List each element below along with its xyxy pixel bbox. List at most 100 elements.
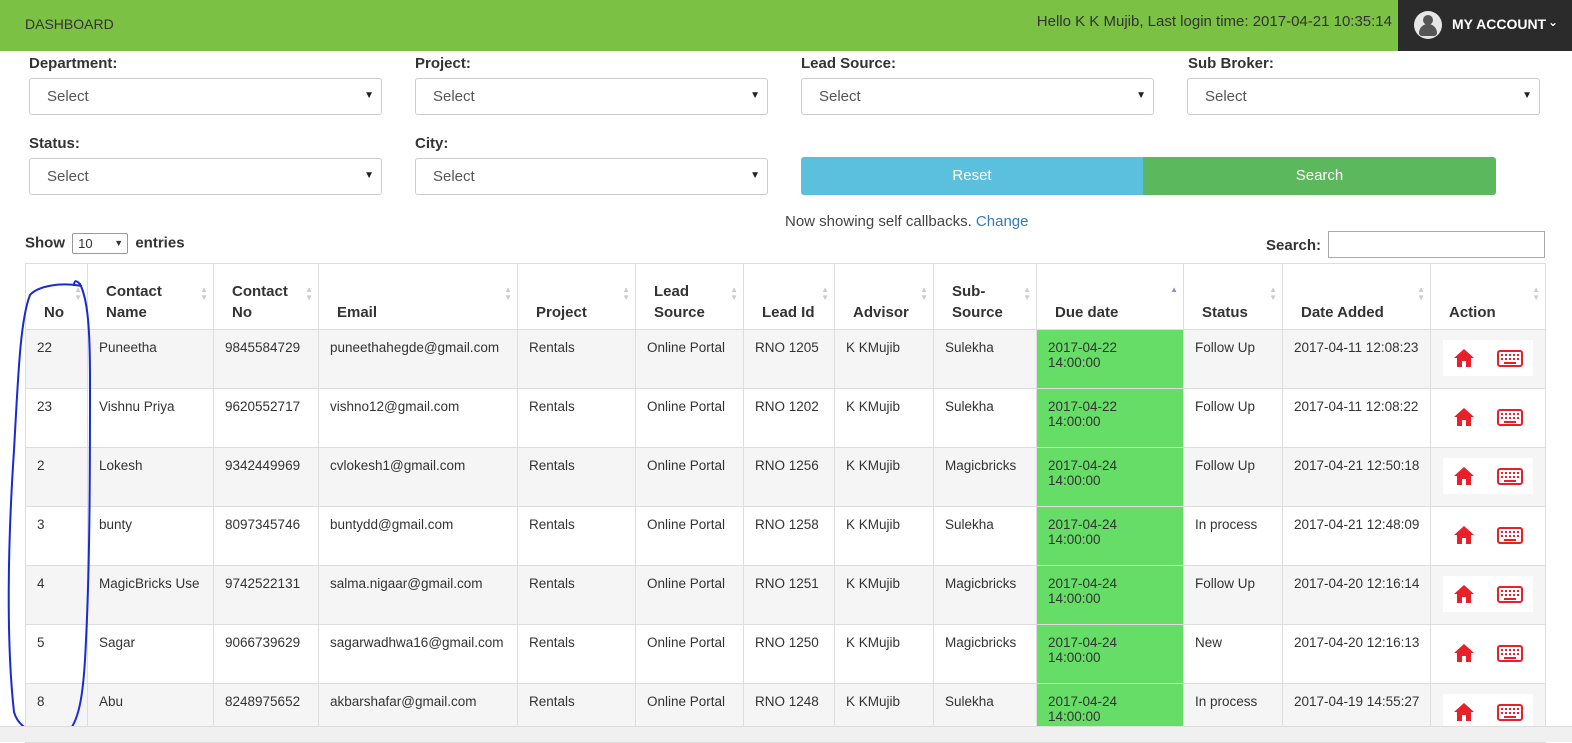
lead-source-select[interactable]: Select ▼	[801, 78, 1154, 115]
home-icon[interactable]	[1453, 702, 1475, 722]
status-select[interactable]: Select ▼	[29, 158, 382, 195]
cell-lead-id: RNO 1256	[743, 447, 835, 507]
cell-project: Rentals	[517, 329, 636, 389]
col-header-lead-id[interactable]: Lead Id ▲ ▼	[743, 263, 835, 330]
search-button[interactable]: Search	[1143, 157, 1496, 195]
cell-lead-id: RNO 1258	[743, 506, 835, 566]
entries-select[interactable]: 10 ▼	[72, 233, 129, 254]
cell-project: Rentals	[517, 447, 636, 507]
department-select-value: Select	[47, 88, 89, 105]
col-header-date-added[interactable]: Date Added ▲ ▼	[1282, 263, 1431, 330]
keyboard-icon[interactable]	[1497, 409, 1523, 426]
cell-action	[1430, 565, 1546, 625]
cell-contact-no: 9742522131	[213, 565, 319, 625]
keyboard-icon[interactable]	[1497, 350, 1523, 367]
cell-advisor: K KMujib	[834, 329, 934, 389]
table-search-label: Search:	[1266, 237, 1322, 254]
caret-down-icon: ▼	[750, 90, 760, 101]
greeting-text: Hello K K Mujib, Last login time: 2017-0…	[1036, 13, 1392, 30]
cell-due-date: 2017-04-24 14:00:00	[1036, 624, 1184, 684]
avatar-icon	[1414, 11, 1442, 39]
col-header-advisor-label: Advisor	[853, 304, 909, 321]
cell-action	[1430, 624, 1546, 684]
home-icon[interactable]	[1453, 643, 1475, 663]
table-row[interactable]: 4 MagicBricks Use 9742522131 salma.nigaar@g…	[25, 565, 1546, 625]
col-header-no-label: No	[44, 304, 64, 321]
action-buttons	[1443, 340, 1533, 376]
department-select[interactable]: Select ▼	[29, 78, 382, 115]
city-select[interactable]: Select ▼	[415, 158, 768, 195]
col-header-due-date-label: Due date	[1055, 304, 1119, 321]
project-select[interactable]: Select ▼	[415, 78, 768, 115]
sort-icon: ▲ ▼	[74, 285, 82, 302]
cell-date-added: 2017-04-11 12:08:23	[1282, 329, 1431, 389]
cell-contact-name: Lokesh	[87, 447, 214, 507]
sort-icon: ▲ ▼	[622, 285, 630, 302]
cell-email: cvlokesh1@gmail.com	[318, 447, 518, 507]
cell-email: puneethahegde@gmail.com	[318, 329, 518, 389]
sort-icon: ▲ ▼	[1532, 285, 1540, 302]
table-row[interactable]: 2 Lokesh 9342449969 cvlokesh1@gmail.com Rent…	[25, 447, 1546, 507]
col-header-lead-source[interactable]: Lead Source ▲ ▼	[635, 263, 744, 330]
col-header-due-date[interactable]: Due date ▲	[1036, 263, 1184, 330]
sort-icon: ▲ ▼	[305, 285, 313, 302]
keyboard-icon[interactable]	[1497, 586, 1523, 603]
cell-date-added: 2017-04-21 12:50:18	[1282, 447, 1431, 507]
status-label: Status:	[29, 135, 80, 152]
home-icon[interactable]	[1453, 407, 1475, 427]
my-account-menu[interactable]: MY ACCOUNT ⌄	[1398, 0, 1572, 51]
cell-status: Follow Up	[1183, 565, 1283, 625]
col-header-advisor[interactable]: Advisor ▲ ▼	[834, 263, 934, 330]
cell-advisor: K KMujib	[834, 506, 934, 566]
cell-email: vishno12@gmail.com	[318, 388, 518, 448]
city-select-value: Select	[433, 168, 475, 185]
col-header-contact-name[interactable]: Contact Name ▲ ▼	[87, 263, 214, 330]
keyboard-icon[interactable]	[1497, 527, 1523, 544]
col-header-action-label: Action	[1449, 304, 1496, 321]
col-header-email-label: Email	[337, 304, 378, 321]
home-icon[interactable]	[1453, 525, 1475, 545]
col-header-contact-no[interactable]: Contact No ▲ ▼	[213, 263, 319, 330]
col-header-action[interactable]: Action ▲ ▼	[1430, 263, 1546, 330]
project-select-value: Select	[433, 88, 475, 105]
cell-project: Rentals	[517, 388, 636, 448]
cell-date-added: 2017-04-20 12:16:14	[1282, 565, 1431, 625]
keyboard-icon[interactable]	[1497, 645, 1523, 662]
col-header-email[interactable]: Email ▲ ▼	[318, 263, 518, 330]
sort-icon: ▲ ▼	[730, 285, 738, 302]
home-icon[interactable]	[1453, 466, 1475, 486]
caret-down-icon: ▼	[750, 170, 760, 181]
table-row[interactable]: 23 Vishnu Priya 9620552717 vishno12@gmail.c…	[25, 388, 1546, 448]
change-link[interactable]: Change	[976, 213, 1029, 230]
cell-lead-id: RNO 1202	[743, 388, 835, 448]
cell-lead-source: Online Portal	[635, 388, 744, 448]
table-row[interactable]: 5 Sagar 9066739629 sagarwadhwa16@gmail.com R…	[25, 624, 1546, 684]
action-buttons	[1443, 576, 1533, 612]
show-label: Show	[25, 234, 65, 252]
cell-status: Follow Up	[1183, 447, 1283, 507]
col-header-no[interactable]: No ▲ ▼	[25, 263, 88, 330]
keyboard-icon[interactable]	[1497, 704, 1523, 721]
table-search-input[interactable]	[1328, 231, 1545, 258]
col-header-lead-id-label: Lead Id	[762, 304, 815, 321]
col-header-status[interactable]: Status ▲ ▼	[1183, 263, 1283, 330]
col-header-sub-source[interactable]: Sub-Source ▲ ▼	[933, 263, 1037, 330]
home-icon[interactable]	[1453, 584, 1475, 604]
home-icon[interactable]	[1453, 348, 1475, 368]
entries-length-control: Show 10 ▼ entries	[25, 233, 185, 254]
dashboard-link[interactable]: DASHBOARD	[25, 16, 114, 32]
cell-date-added: 2017-04-11 12:08:22	[1282, 388, 1431, 448]
reset-button[interactable]: Reset	[801, 157, 1143, 195]
table-row[interactable]: 3 bunty 8097345746 buntydd@gmail.com Rentals…	[25, 506, 1546, 566]
caret-down-icon: ▼	[364, 90, 374, 101]
cell-sub-source: Magicbricks	[933, 624, 1037, 684]
keyboard-icon[interactable]	[1497, 468, 1523, 485]
table-row[interactable]: 22 Puneetha 9845584729 puneethahegde@gmail.…	[25, 329, 1546, 389]
cell-action	[1430, 506, 1546, 566]
project-label: Project:	[415, 55, 471, 72]
city-label: City:	[415, 135, 449, 152]
sub-broker-select[interactable]: Select ▼	[1187, 78, 1540, 115]
cell-due-date: 2017-04-24 14:00:00	[1036, 565, 1184, 625]
cell-due-date: 2017-04-22 14:00:00	[1036, 329, 1184, 389]
col-header-project[interactable]: Project ▲ ▼	[517, 263, 636, 330]
